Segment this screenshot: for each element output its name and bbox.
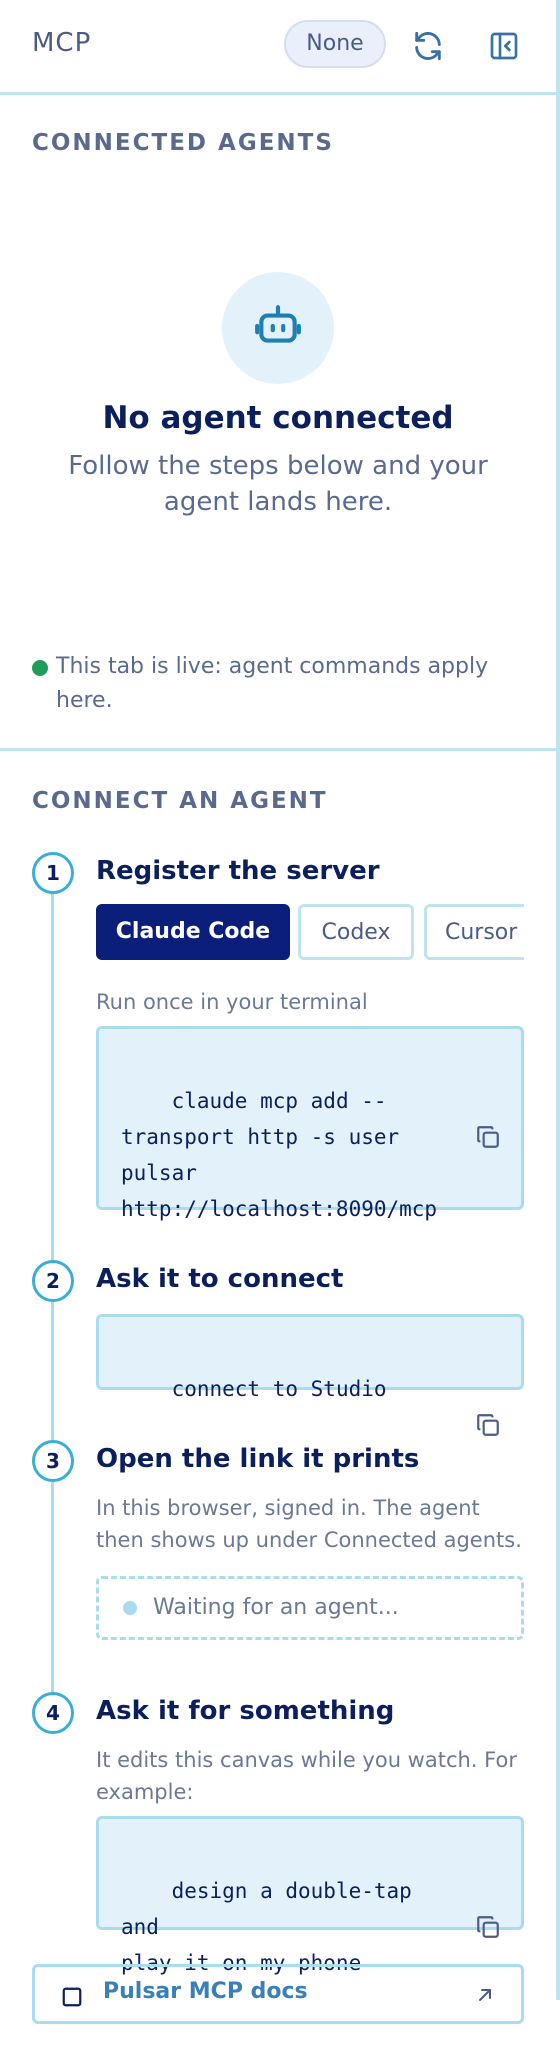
- tab-claude-code[interactable]: Claude Code: [96, 904, 290, 960]
- step-connector: [51, 894, 54, 1264]
- step-title: Ask it for something: [96, 1696, 395, 1726]
- copy-icon[interactable]: [475, 1051, 501, 1148]
- step-number: 2: [32, 1260, 74, 1302]
- connect-agent-heading: CONNECT AN AGENT: [32, 788, 328, 814]
- waiting-dot: [123, 1601, 137, 1615]
- example-prompt-text: design a double-tap and play it on my ph…: [121, 1879, 412, 1975]
- step-title: Ask it to connect: [96, 1264, 344, 1294]
- robot-icon: [253, 301, 303, 355]
- empty-state-title: No agent connected: [102, 400, 454, 436]
- tab-cursor[interactable]: Cursor: [424, 904, 524, 960]
- panel-header: MCP None: [0, 0, 556, 95]
- step-number: 1: [32, 852, 74, 894]
- mcp-panel: MCP None CONNECTED AGENTS No agent conne…: [0, 0, 560, 2024]
- agent-selector[interactable]: None: [284, 20, 386, 68]
- step-connector: [51, 1302, 54, 1440]
- copy-icon[interactable]: [475, 1339, 501, 1436]
- tab-codex[interactable]: Codex: [298, 904, 414, 960]
- connect-command-text: connect to Studio: [171, 1377, 387, 1401]
- section-divider: [0, 748, 556, 751]
- install-command-block[interactable]: claude mcp add -- transport http -s user…: [96, 1026, 524, 1221]
- empty-state-badge: [222, 272, 334, 384]
- collapse-panel-icon[interactable]: [484, 26, 524, 66]
- step-number: 4: [32, 1692, 74, 1734]
- step-hint: Run once in your terminal: [96, 990, 368, 1014]
- waiting-indicator: Waiting for an agent...: [96, 1576, 524, 1640]
- step-title: Open the link it prints: [96, 1444, 420, 1474]
- live-status: This tab is live: agent commands apply h…: [32, 650, 536, 718]
- step-title: Register the server: [96, 856, 380, 886]
- refresh-icon[interactable]: [408, 26, 448, 66]
- waiting-text: Waiting for an agent...: [153, 1595, 399, 1620]
- empty-state-subtitle: Follow the steps below and your agent la…: [68, 451, 488, 517]
- copy-icon[interactable]: [475, 1841, 501, 1938]
- panel-title: MCP: [32, 28, 92, 58]
- install-command-text: claude mcp add -- transport http -s user…: [121, 1089, 438, 1221]
- example-prompt-block[interactable]: design a double-tap and play it on my ph…: [96, 1816, 524, 1975]
- docs-link[interactable]: Pulsar MCP docs: [32, 1964, 524, 2024]
- live-status-text: This tab is live: agent commands apply h…: [56, 654, 489, 713]
- step-hint: In this browser, signed in. The agent th…: [96, 1496, 522, 1552]
- client-tabs: Claude Code Codex Cursor: [96, 904, 524, 960]
- step-connector: [51, 1482, 54, 1700]
- docs-link-label: Pulsar MCP docs: [103, 1979, 308, 2004]
- live-status-dot: [32, 660, 48, 676]
- book-icon: [61, 1985, 83, 2013]
- step-number: 3: [32, 1440, 74, 1482]
- connected-agents-heading: CONNECTED AGENTS: [32, 130, 334, 156]
- external-link-icon: [473, 1983, 497, 2011]
- step-hint: It edits this canvas while you watch. Fo…: [96, 1748, 517, 1804]
- connect-command-block[interactable]: connect to Studio: [96, 1314, 524, 1436]
